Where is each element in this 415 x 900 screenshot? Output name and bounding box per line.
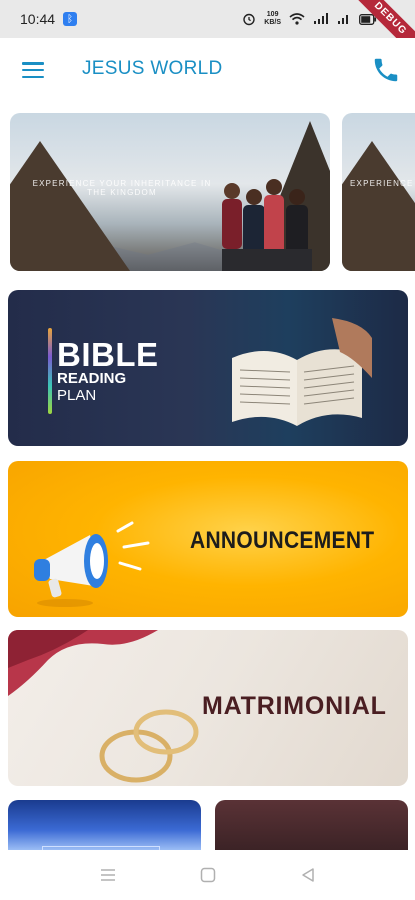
family-photo: [222, 179, 312, 271]
menu-icon[interactable]: [22, 62, 44, 78]
category-tile[interactable]: [8, 800, 201, 850]
matrimonial-banner[interactable]: MATRIMONIAL: [8, 630, 408, 786]
bible-banner-subtitle: PLAN: [57, 387, 97, 404]
matrimonial-label: MATRIMONIAL: [202, 692, 387, 720]
open-bible-icon: [232, 318, 372, 426]
alarm-icon: [243, 13, 255, 26]
bluetooth-icon: ᛒ: [63, 12, 78, 26]
menu-icon-line: [22, 62, 44, 65]
data-speed: 109 KB/S: [264, 11, 281, 26]
status-bar: 10:44 ᛒ 109 KB/S DEBUG: [0, 0, 415, 65]
signal-icon: [314, 13, 328, 24]
status-icons: 109 KB/S: [242, 11, 377, 27]
menu-icon-line: [22, 75, 44, 78]
system-nav-bar: [0, 850, 415, 900]
announcement-label: ANNOUNCEMENT: [190, 527, 375, 554]
signal-icon: [338, 15, 348, 24]
carousel-slide[interactable]: EXPERIENCE YOUR INHERITANCE IN THE KINGD…: [10, 113, 330, 271]
carousel-slide[interactable]: EXPERIENCE: [342, 113, 415, 271]
category-tile[interactable]: [215, 800, 408, 850]
status-time: 10:44: [20, 11, 56, 27]
slide-caption: EXPERIENCE: [350, 179, 414, 188]
slide-cliff-left: [10, 141, 130, 271]
app-title: JESUS WORLD: [82, 58, 223, 79]
bible-banner-title: BIBLE: [57, 336, 159, 373]
image-carousel[interactable]: EXPERIENCE YOUR INHERITANCE IN THE KINGD…: [0, 113, 415, 273]
menu-nav-icon[interactable]: [98, 865, 118, 885]
megaphone-icon: [34, 521, 150, 607]
slide-caption: EXPERIENCE YOUR INHERITANCE IN THE KINGD…: [32, 179, 212, 197]
back-nav-icon[interactable]: [298, 865, 318, 885]
phone-icon[interactable]: [371, 55, 401, 85]
ribbon-decoration: [8, 630, 158, 696]
app-screen: 10:44 ᛒ 109 KB/S DEBUG JESUS WORLD EXPER…: [0, 0, 415, 900]
bible-banner-subtitle: READING: [57, 370, 127, 387]
slide-cliff-left: [342, 141, 415, 271]
wedding-rings-icon: [99, 709, 199, 783]
menu-icon-line: [22, 68, 44, 72]
bible-accent-bar: [48, 328, 52, 414]
bible-reading-plan-banner[interactable]: BIBLE READING PLAN: [8, 290, 408, 446]
app-bar: JESUS WORLD: [0, 38, 415, 102]
announcement-banner[interactable]: ANNOUNCEMENT: [8, 461, 408, 617]
home-nav-icon[interactable]: [198, 865, 218, 885]
wifi-icon: [289, 13, 305, 25]
